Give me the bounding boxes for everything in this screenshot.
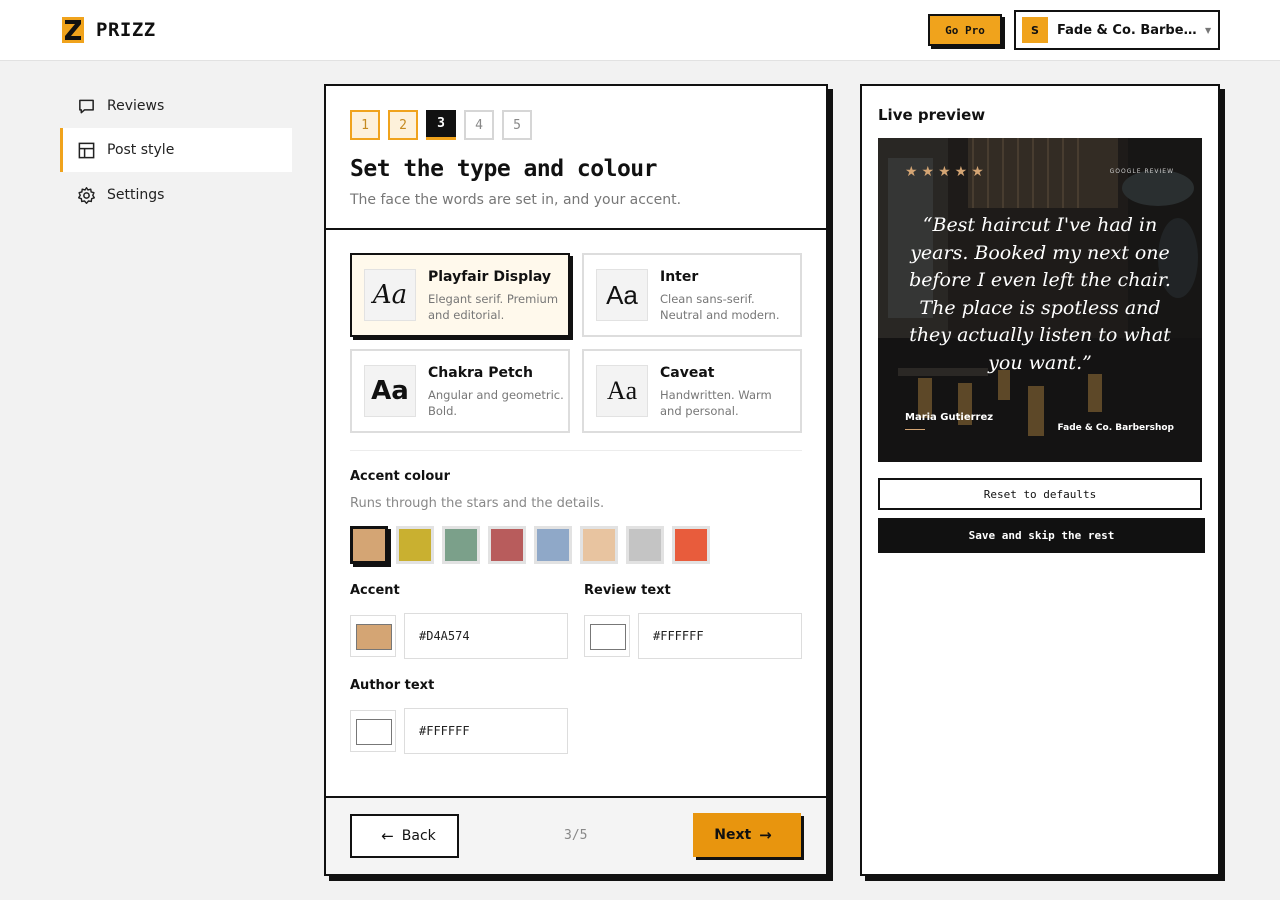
step-indicator: 1 2 3 4 5 [350,110,540,140]
review-text-color-picker[interactable] [584,615,630,657]
save-skip-button[interactable]: Save and skip the rest [878,518,1205,553]
sidebar-item-post-style[interactable]: Post style [60,128,292,172]
accent-colour-label: Accent colour [350,469,450,484]
arrow-right-icon: → [759,826,772,844]
font-description: Handwritten. Warm and personal. [660,388,772,418]
brand-logo[interactable]: PRIZZ [62,17,156,43]
font-name: Inter [660,269,699,285]
sidebar-item-label: Settings [107,187,165,203]
color-chip [356,624,392,650]
font-option-caveat[interactable]: Aa Caveat Handwritten. Warm and personal… [582,349,802,433]
accent-swatch[interactable] [580,526,618,564]
wizard-footer: ← Back 3/5 Next → [326,796,826,874]
gear-icon [77,186,96,204]
review-text-field-label: Review text [584,583,671,598]
accent-colour-hint: Runs through the stars and the details. [350,496,605,511]
next-button[interactable]: Next → [693,813,801,857]
post-business-name: Fade & Co. Barbershop [1057,423,1174,433]
font-option-playfair[interactable]: Aa Playfair Display Elegant serif. Premi… [350,253,570,337]
font-sample: Aa [596,365,648,417]
accent-swatch[interactable] [488,526,526,564]
accent-swatch[interactable] [396,526,434,564]
review-text-hex-input[interactable]: #FFFFFF [638,613,802,659]
business-name: Fade & Co. Barbershop [1057,22,1201,38]
back-label: Back [401,828,436,844]
font-option-chakra-petch[interactable]: Aa Chakra Petch Angular and geometric. B… [350,349,570,433]
review-author: Maria Gutierrez [905,412,994,423]
business-switcher[interactable]: S Fade & Co. Barbershop ▼ [1014,10,1220,50]
font-name: Chakra Petch [428,365,533,381]
accent-field-label: Accent [350,583,400,598]
accent-swatch[interactable] [442,526,480,564]
font-sample: Aa [596,269,648,321]
step-3[interactable]: 3 [426,110,456,140]
style-wizard-card: 1 2 3 4 5 Set the type and colour The fa… [324,84,828,876]
step-4[interactable]: 4 [464,110,494,140]
sidebar-item-label: Post style [107,142,175,158]
accent-swatch[interactable] [672,526,710,564]
sidebar-item-label: Reviews [107,98,165,114]
author-text-hex-input[interactable]: #FFFFFF [404,708,568,754]
accent-hex-input[interactable]: #D4A574 [404,613,568,659]
color-chip [356,719,392,745]
page-subtitle: The face the words are set in, and your … [350,192,682,208]
accent-swatch[interactable] [534,526,572,564]
author-text-field-label: Author text [350,678,435,693]
accent-swatch[interactable] [350,526,388,564]
step-2[interactable]: 2 [388,110,418,140]
review-source-label: GOOGLE REVIEW [1109,168,1174,175]
divider [326,228,826,230]
reset-defaults-button[interactable]: Reset to defaults [878,478,1202,510]
back-button[interactable]: ← Back [350,814,459,858]
accent-swatch[interactable] [626,526,664,564]
review-quote: “Best haircut I've had in years. Booked … [909,214,1171,374]
sidebar-item-settings[interactable]: Settings [60,173,292,217]
live-preview-panel: Live preview ★★★★★ GOOGLE REVIEW “Best h… [860,84,1220,876]
go-pro-button[interactable]: Go Pro [928,14,1002,46]
font-name: Playfair Display [428,269,552,285]
page-title: Set the type and colour [350,156,658,182]
review-post-preview: ★★★★★ GOOGLE REVIEW “Best haircut I've h… [878,138,1202,462]
brand-name: PRIZZ [96,19,156,41]
live-preview-title: Live preview [878,106,986,124]
business-avatar: S [1022,17,1048,43]
step-counter: 3/5 [564,828,588,843]
font-sample: Aa [364,269,416,321]
prizz-logo-icon [62,17,84,43]
font-description: Elegant serif. Premium and editorial. [428,292,559,322]
layout-icon [78,142,95,158]
arrow-left-icon: ← [381,827,394,845]
next-label: Next [714,827,752,843]
color-chip [590,624,626,650]
sidebar-item-reviews[interactable]: Reviews [60,84,292,128]
accent-color-picker[interactable] [350,615,396,657]
font-sample: Aa [364,365,416,417]
step-5[interactable]: 5 [502,110,532,140]
chat-bubble-icon [79,99,94,113]
author-accent-line [905,429,925,430]
divider [350,450,802,451]
font-option-inter[interactable]: Aa Inter Clean sans-serif. Neutral and m… [582,253,802,337]
author-text-color-picker[interactable] [350,710,396,752]
font-description: Angular and geometric. Bold. [428,388,564,418]
top-bar: PRIZZ Go Pro S Fade & Co. Barbershop ▼ [0,0,1280,61]
star-rating: ★★★★★ [905,164,988,180]
caret-down-icon: ▼ [1205,25,1212,35]
font-name: Caveat [660,365,715,381]
font-description: Clean sans-serif. Neutral and modern. [660,292,780,322]
step-1[interactable]: 1 [350,110,380,140]
